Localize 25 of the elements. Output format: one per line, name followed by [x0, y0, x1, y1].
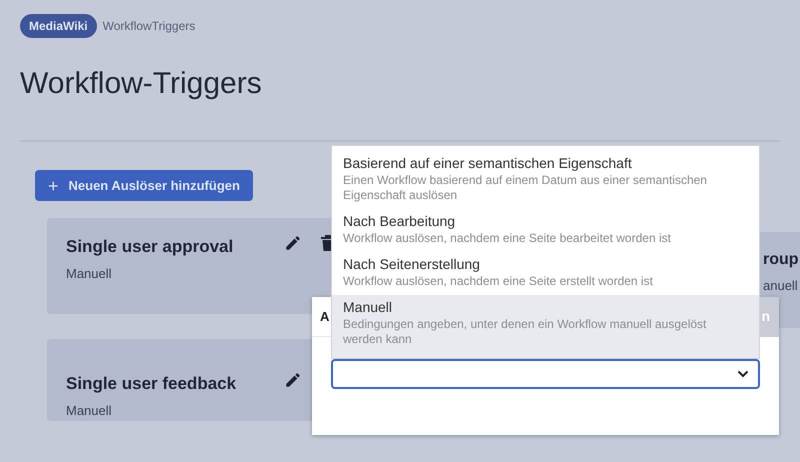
option-description: Workflow auslösen, nachdem eine Seite bearbeitet worden ist	[343, 231, 672, 246]
chevron-down-icon	[737, 370, 749, 378]
trigger-type: Manuell	[66, 402, 113, 420]
option-label: Nach Seitenerstellung	[343, 255, 481, 274]
mediawiki-badge[interactable]: MediaWiki	[20, 14, 97, 38]
trigger-title: roup	[763, 250, 800, 270]
option-label: Basierend auf einer semantischen Eigenschaft	[343, 154, 633, 173]
option-label: Nach Bearbeitung	[343, 212, 456, 231]
plus-icon: +	[48, 176, 59, 194]
trigger-type: Manuell	[66, 264, 113, 282]
option-label: Manuell	[343, 298, 394, 317]
page-title: Workflow-Triggers	[20, 66, 263, 102]
trigger-type-select[interactable]	[331, 359, 760, 389]
pencil-icon[interactable]	[284, 234, 302, 252]
breadcrumb-page: WorkflowTriggers	[102, 18, 196, 35]
dialog-title: A	[320, 308, 330, 326]
trigger-title: Single user approval	[66, 236, 234, 258]
option-description: Bedingungen angeben, unter denen ein Workflow manuell ausgelöst werden kann	[343, 317, 708, 347]
option-description: Einen Workflow basierend auf einem Datum aus einer semantischen Eigenschaft auslösen	[343, 173, 708, 203]
add-trigger-button[interactable]: + Neuen Auslöser hinzufügen	[35, 170, 253, 201]
dropdown-option[interactable]: Manuell Bedingungen angeben, unter denen ein Workflow manuell ausgelöst werden kann	[332, 295, 759, 358]
trigger-title: Single user feedback	[66, 373, 238, 395]
pencil-icon[interactable]	[284, 371, 302, 389]
option-description: Workflow auslösen, nachdem eine Seite erstellt worden ist	[343, 274, 654, 289]
trigger-type: anuell	[763, 277, 799, 295]
